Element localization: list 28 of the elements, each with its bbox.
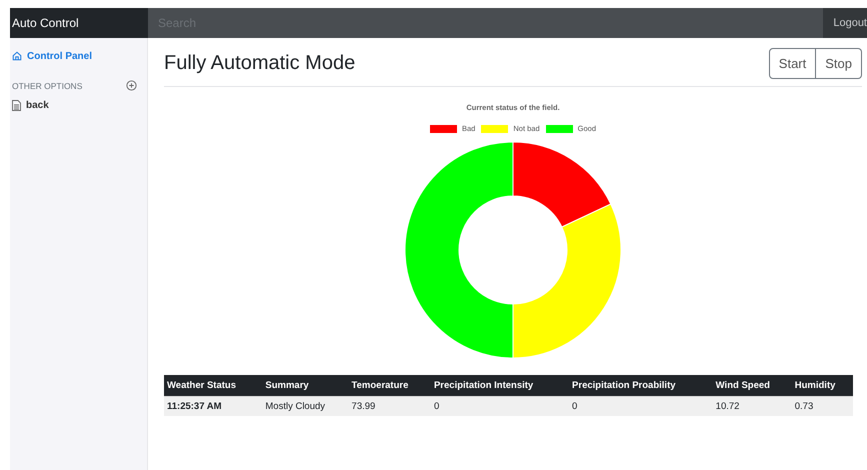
brand-title[interactable]: Auto Control	[10, 8, 148, 38]
column-header: Precipitation Proability	[569, 375, 713, 396]
section-heading: OTHER OPTIONS	[12, 80, 82, 90]
legend-swatch	[481, 124, 508, 132]
table-cell: 0	[430, 396, 570, 416]
table-cell: 11:25:37 AM	[164, 396, 262, 416]
document-icon	[12, 100, 21, 110]
table-cell: 10.72	[712, 396, 792, 416]
add-circle-icon[interactable]	[126, 80, 137, 91]
sidebar-link[interactable]: back	[10, 98, 147, 112]
column-header: Weather Status	[164, 375, 262, 396]
mode-button[interactable]: Start	[768, 48, 816, 78]
home-icon	[12, 51, 22, 61]
legend-swatch	[430, 124, 457, 132]
table-cell: 0	[569, 396, 713, 416]
column-header: Temoerature	[348, 375, 431, 396]
logout-link[interactable]: Logout	[823, 8, 867, 38]
column-header: Wind Speed	[712, 375, 792, 396]
table-cell: 73.99	[348, 396, 431, 416]
page-title: Fully Automatic Mode	[164, 52, 356, 74]
column-header: Summary	[262, 375, 349, 396]
sidebar-item[interactable]: Control Panel	[10, 49, 147, 63]
legend-swatch	[546, 124, 573, 132]
column-header: Humidity	[792, 375, 853, 396]
column-header: Precipitation Intensity	[430, 375, 570, 396]
table-cell: Mostly Cloudy	[262, 396, 349, 416]
mode-button[interactable]: Stop	[816, 48, 862, 78]
table-cell: 0.73	[792, 396, 853, 416]
